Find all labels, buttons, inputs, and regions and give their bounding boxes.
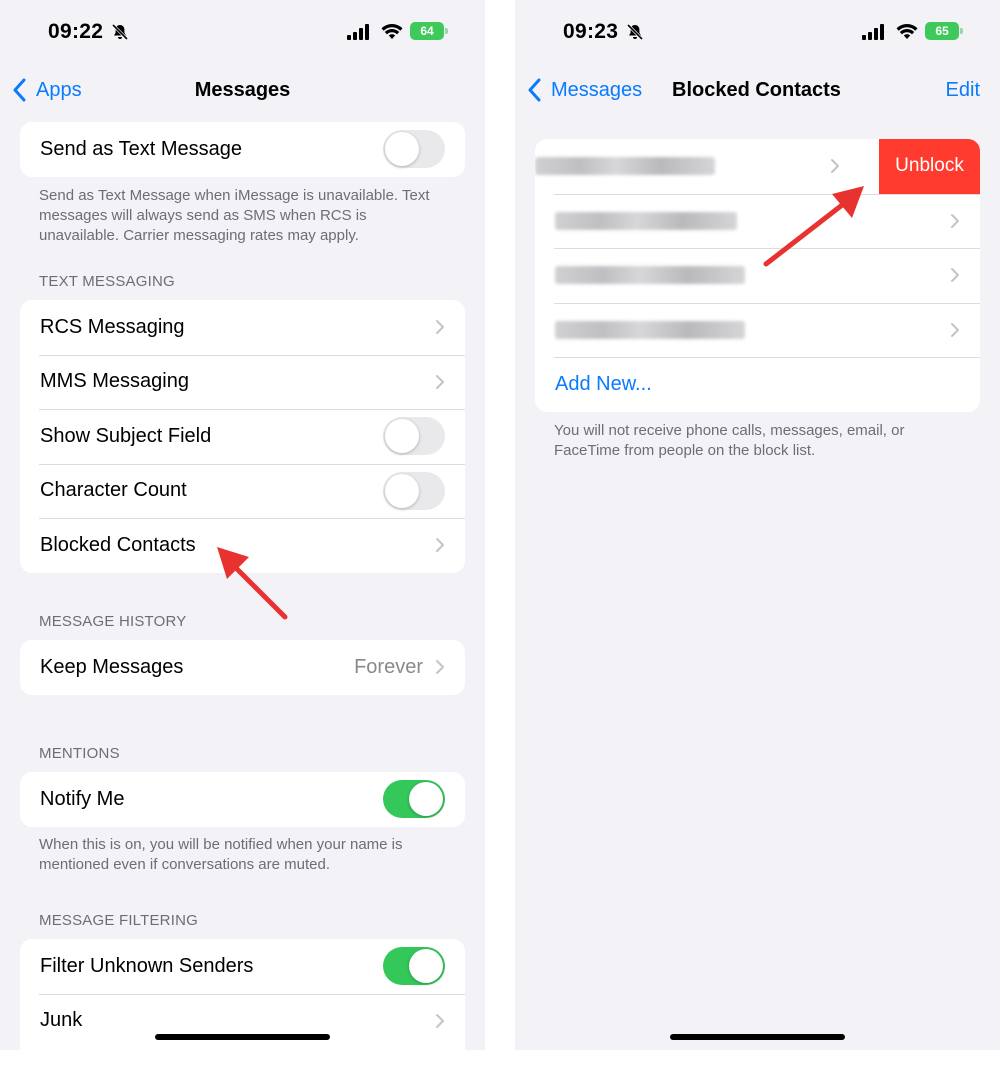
blocked-contacts-label: Blocked Contacts	[40, 533, 196, 556]
send-as-text-group: Send as Text Message	[20, 122, 465, 177]
mentions-footer: When this is on, you will be notified wh…	[39, 836, 403, 873]
page-title: Messages	[194, 79, 291, 101]
redacted-contact-number	[555, 211, 737, 230]
redacted-contact-number	[555, 320, 745, 339]
keep-messages-label: Keep Messages	[40, 655, 184, 678]
send-as-text-cell: Send as Text Message	[20, 122, 465, 177]
redacted-contact-number	[555, 266, 745, 285]
chevron-right-icon	[436, 320, 444, 335]
add-new-cell[interactable]: Add New...	[535, 357, 980, 412]
mentions-group: Notify Me	[20, 772, 465, 827]
status-time: 09:22	[48, 20, 104, 43]
messages-settings-screen: 09:22 64 Apps Messages Send as Text Mess…	[0, 0, 485, 1050]
add-new-label: Add New...	[555, 372, 652, 395]
blocked-contact-row[interactable]: Unblock	[535, 139, 980, 194]
bell-slash-icon	[111, 23, 129, 41]
block-list-footer: You will not receive phone calls, messag…	[554, 422, 905, 459]
back-label: Messages	[551, 78, 643, 101]
send-as-text-label: Send as Text Message	[40, 137, 242, 160]
send-as-text-footer: Send as Text Message when iMessage is un…	[39, 187, 430, 244]
battery-icon: 64	[410, 22, 448, 40]
redacted-contact-number	[535, 157, 715, 176]
status-bar: 09:23 65	[515, 0, 1000, 62]
junk-label: Junk	[40, 1009, 83, 1032]
blocked-contact-row[interactable]	[535, 302, 980, 358]
text-messaging-group: RCS Messaging MMS Messaging Show Subject…	[20, 300, 465, 573]
chevron-right-icon	[831, 159, 839, 174]
mentions-header: MENTIONS	[39, 745, 120, 762]
notify-me-label: Notify Me	[40, 787, 125, 810]
blocked-contact-row[interactable]	[535, 193, 980, 249]
send-as-text-toggle[interactable]	[383, 130, 445, 169]
show-subject-field-label: Show Subject Field	[40, 424, 212, 447]
message-history-group: Keep Messages Forever	[20, 640, 465, 695]
mms-messaging-cell[interactable]: MMS Messaging	[20, 354, 465, 410]
notify-me-cell: Notify Me	[20, 772, 465, 827]
cellular-signal-icon	[347, 24, 369, 40]
navigation-bar: Apps Messages	[0, 62, 485, 120]
text-messaging-header: TEXT MESSAGING	[39, 273, 175, 290]
mms-messaging-label: MMS Messaging	[40, 370, 189, 393]
character-count-label: Character Count	[40, 479, 187, 502]
character-count-toggle[interactable]	[383, 471, 445, 510]
filter-unknown-senders-label: Filter Unknown Senders	[40, 954, 254, 977]
blocked-contacts-screen: 09:23 65 Messages Blocked Contacts Edit	[515, 0, 1000, 1050]
message-filtering-header: MESSAGE FILTERING	[39, 912, 198, 929]
show-subject-field-toggle[interactable]	[383, 417, 445, 456]
chevron-right-icon	[436, 660, 444, 675]
message-history-header: MESSAGE HISTORY	[39, 613, 187, 630]
show-subject-field-cell: Show Subject Field	[20, 409, 465, 464]
filter-unknown-senders-cell: Filter Unknown Senders	[20, 939, 465, 994]
bell-slash-icon	[626, 23, 644, 41]
chevron-right-icon	[951, 268, 959, 283]
rcs-messaging-label: RCS Messaging	[40, 315, 185, 338]
cellular-signal-icon	[862, 24, 884, 40]
rcs-messaging-cell[interactable]: RCS Messaging	[20, 300, 465, 355]
chevron-right-icon	[436, 374, 444, 389]
blocked-contacts-list: Unblock Add New...	[535, 139, 980, 412]
home-indicator	[670, 1034, 845, 1040]
navigation-bar: Messages Blocked Contacts Edit	[515, 62, 1000, 120]
chevron-right-icon	[951, 213, 959, 228]
home-indicator	[155, 1034, 330, 1040]
keep-messages-value: Forever	[354, 655, 423, 678]
unblock-button[interactable]: Unblock	[879, 139, 980, 194]
status-bar: 09:22 64	[0, 0, 485, 62]
back-button[interactable]: Messages	[527, 78, 642, 102]
keep-messages-cell[interactable]: Keep Messages Forever	[20, 640, 465, 695]
status-time: 09:23	[563, 20, 619, 43]
chevron-right-icon	[436, 1013, 444, 1028]
notify-me-toggle[interactable]	[383, 780, 445, 819]
chevron-right-icon	[436, 538, 444, 553]
blocked-contact-row[interactable]	[535, 248, 980, 303]
wifi-icon	[896, 24, 918, 39]
chevron-left-icon	[528, 78, 541, 102]
edit-button[interactable]: Edit	[946, 79, 980, 102]
filter-unknown-senders-toggle[interactable]	[383, 947, 445, 986]
page-title: Blocked Contacts	[672, 79, 841, 101]
battery-icon: 65	[925, 22, 963, 40]
character-count-cell: Character Count	[20, 463, 465, 519]
wifi-icon	[381, 24, 403, 39]
chevron-right-icon	[951, 322, 959, 337]
blocked-contacts-cell[interactable]: Blocked Contacts	[20, 518, 465, 573]
